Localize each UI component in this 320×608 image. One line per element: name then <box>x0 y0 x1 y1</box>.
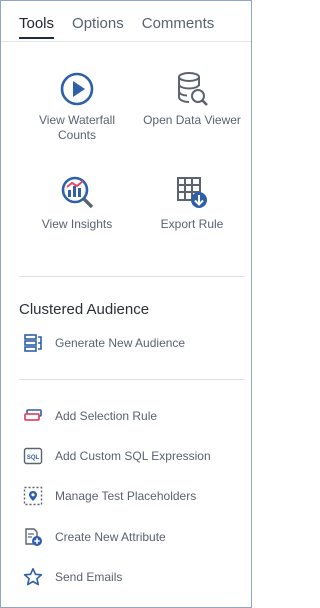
tabs-divider <box>1 41 251 42</box>
tools-panel: Tools Options Comments View Waterfall Co… <box>0 0 252 608</box>
tab-bar: Tools Options Comments <box>19 13 232 41</box>
view-insights-button[interactable]: View Insights <box>27 173 127 232</box>
analytics-search-icon <box>61 176 94 209</box>
tag-stack-icon <box>24 409 42 421</box>
placeholder-pin-icon <box>23 486 43 506</box>
tab-tools[interactable]: Tools <box>19 13 55 41</box>
create-new-attribute-item[interactable]: Create New Attribute <box>23 527 166 547</box>
clustered-audience-heading: Clustered Audience <box>19 301 150 318</box>
layers-list-icon <box>24 334 42 352</box>
send-emails-label: Send Emails <box>55 570 123 584</box>
open-data-viewer-button[interactable]: Open Data Viewer <box>142 69 242 128</box>
add-custom-sql-expression-label: Add Custom SQL Expression <box>55 449 211 463</box>
tab-comments[interactable]: Comments <box>142 13 215 41</box>
add-selection-rule-item[interactable]: Add Selection Rule <box>23 406 157 426</box>
section-divider <box>19 276 245 277</box>
export-rule-button[interactable]: Export Rule <box>142 173 242 232</box>
generate-new-audience-label: Generate New Audience <box>55 336 186 350</box>
add-selection-rule-label: Add Selection Rule <box>55 409 158 423</box>
generate-new-audience-item[interactable]: Generate New Audience <box>23 333 185 353</box>
manage-test-placeholders-item[interactable]: Manage Test Placeholders <box>23 486 196 506</box>
play-circle-icon <box>60 72 94 106</box>
actions-divider <box>19 379 245 380</box>
manage-test-placeholders-label: Manage Test Placeholders <box>55 489 197 503</box>
view-insights-label: View Insights <box>41 217 113 231</box>
table-export-icon <box>177 177 207 208</box>
create-new-attribute-label: Create New Attribute <box>55 530 166 544</box>
attribute-add-icon <box>25 528 42 546</box>
send-emails-item[interactable]: Send Emails <box>23 567 122 587</box>
view-waterfall-counts-button[interactable]: View Waterfall Counts <box>27 69 127 143</box>
database-search-icon <box>178 72 208 106</box>
tab-options[interactable]: Options <box>72 13 124 41</box>
view-waterfall-counts-label: View Waterfall Counts <box>38 113 116 142</box>
sql-icon: SQL <box>23 447 43 465</box>
export-rule-label: Export Rule <box>160 217 224 231</box>
open-data-viewer-label: Open Data Viewer <box>143 113 241 127</box>
add-custom-sql-expression-item[interactable]: SQL Add Custom SQL Expression <box>23 446 211 466</box>
svg-text:SQL: SQL <box>27 455 40 461</box>
star-icon <box>23 568 43 586</box>
